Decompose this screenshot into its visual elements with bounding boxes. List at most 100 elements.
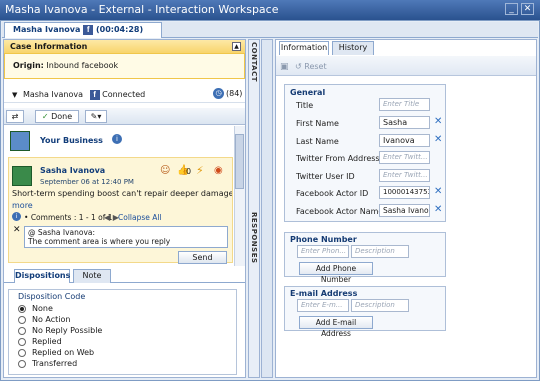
option-label: Transferred <box>32 359 78 368</box>
field-label: Last Name <box>296 137 339 146</box>
reply-mention: @ Sasha Ivanova: <box>28 228 96 237</box>
disposition-option[interactable]: No Action <box>18 315 70 324</box>
reply-textarea[interactable]: @ Sasha Ivanova: The comment area is whe… <box>24 226 228 248</box>
radio-selected[interactable] <box>18 304 26 313</box>
first-name-input[interactable]: Sasha <box>379 116 430 129</box>
radio[interactable] <box>18 348 26 357</box>
contact-row: ▼ Masha Ivanova f Connected <box>4 86 245 103</box>
collapse-case-button[interactable]: ▲ <box>232 42 241 51</box>
option-label: No Reply Possible <box>32 326 103 335</box>
disposition-option[interactable]: Replied on Web <box>18 348 94 357</box>
close-button[interactable]: ✕ <box>521 3 534 15</box>
post-text: Short-term spending boost can't repair d… <box>12 189 232 198</box>
info-icon[interactable]: i <box>112 134 122 144</box>
post-author[interactable]: Sasha Ivanova <box>40 166 105 175</box>
add-phone-button[interactable]: Add Phone Number <box>299 262 373 284</box>
session-tab[interactable]: Masha Ivanova f (00:04:28) <box>4 22 162 38</box>
target-icon[interactable]: ◉ <box>214 165 223 176</box>
radio[interactable] <box>18 315 26 324</box>
cancel-reply-icon[interactable]: ✕ <box>13 225 21 235</box>
responses-side-bar[interactable] <box>261 39 273 378</box>
delete-icon[interactable]: ✕ <box>434 204 442 215</box>
twitter-address-input[interactable]: Enter Twitt... <box>379 151 430 164</box>
case-information-header: Case Information <box>4 40 245 53</box>
collapse-all-link[interactable]: Collapse All <box>118 213 162 222</box>
disposition-option[interactable]: None <box>18 304 53 313</box>
radio[interactable] <box>18 359 26 368</box>
email-title: E-mail Address <box>290 289 358 298</box>
pager-arrows[interactable]: ◀ ▶ <box>104 213 119 222</box>
general-title: General <box>290 88 326 97</box>
phone-number-input[interactable]: Enter Phon... <box>297 245 349 258</box>
transfer-icon[interactable]: ⇄ <box>6 110 24 123</box>
user-icon[interactable]: ☺ <box>160 165 170 176</box>
phone-title: Phone Number <box>290 235 357 244</box>
send-button[interactable]: Send <box>178 251 227 264</box>
phone-description-input[interactable]: Description <box>351 245 409 258</box>
twitter-user-id-input[interactable]: Enter Twitt... <box>379 169 430 182</box>
tab-dispositions[interactable]: Dispositions <box>14 269 70 283</box>
chevron-down-icon[interactable]: ▼ <box>12 91 17 99</box>
email-address-input[interactable]: Enter E-m... <box>297 299 349 312</box>
author-avatar <box>12 166 32 186</box>
contact-side-bar[interactable] <box>248 39 260 378</box>
delete-icon[interactable]: ✕ <box>434 134 442 145</box>
email-description-input[interactable]: Description <box>351 299 409 312</box>
more-link[interactable]: more <box>12 201 33 210</box>
field-label: First Name <box>296 119 339 128</box>
radio[interactable] <box>18 337 26 346</box>
reset-button[interactable]: ↺ Reset <box>295 62 327 71</box>
facebook-icon: f <box>83 24 94 35</box>
field-label: Twitter From Address <box>296 154 380 163</box>
disposition-option[interactable]: Transferred <box>18 359 77 368</box>
field-label: Facebook Actor ID <box>296 189 369 198</box>
actions-menu-button[interactable]: ✎▾ <box>85 110 107 123</box>
facebook-actor-name-input[interactable]: Sasha Ivano <box>379 204 430 217</box>
option-label: None <box>32 304 53 313</box>
facebook-icon: f <box>89 89 100 100</box>
radio[interactable] <box>18 326 26 335</box>
session-timer: (00:04:28) <box>96 25 144 34</box>
session-name: Masha Ivanova <box>13 25 81 34</box>
minimize-button[interactable]: _ <box>505 3 518 15</box>
disposition-option[interactable]: No Reply Possible <box>18 326 102 335</box>
tab-note[interactable]: Note <box>73 269 111 283</box>
comments-count: • Comments : 1 - 1 of 1 <box>24 213 113 222</box>
case-header-label: Case Information <box>10 42 88 51</box>
post-date: September 06 at 12:40 PM <box>40 178 134 186</box>
delete-icon[interactable]: ✕ <box>434 116 442 127</box>
page-avatar <box>10 131 30 151</box>
tab-information[interactable]: Information <box>279 41 329 55</box>
reply-text: The comment area is where you reply <box>28 237 171 246</box>
option-label: No Action <box>32 315 71 324</box>
responses-side-label[interactable]: RESPONSES <box>250 212 258 264</box>
lightning-icon[interactable]: ⚡ <box>196 164 204 177</box>
delete-icon[interactable]: ✕ <box>434 186 442 197</box>
info-icon: i <box>12 212 21 221</box>
page-name[interactable]: Your Business <box>40 136 103 145</box>
clock-icon[interactable]: ◷ <box>213 88 224 99</box>
feed-scroll-thumb[interactable] <box>235 134 244 189</box>
contact-name: Masha Ivanova <box>22 90 84 99</box>
field-label: Facebook Actor Name <box>296 207 384 216</box>
contact-status: Connected <box>102 90 146 99</box>
comments-text: Comments : 1 - 1 of 1 <box>30 213 113 222</box>
add-email-button[interactable]: Add E-mail Address <box>299 316 373 338</box>
field-label: Title <box>296 101 314 110</box>
title-input[interactable]: Enter Title <box>379 98 430 111</box>
contact-side-label[interactable]: CONTACT <box>250 42 258 82</box>
origin-value: Inbound facebook <box>46 61 119 70</box>
save-icon[interactable]: ▣ <box>280 62 289 72</box>
facebook-actor-id-input[interactable]: 100001437531 <box>379 186 430 199</box>
reset-label: Reset <box>304 62 327 71</box>
case-information-body: Origin: Inbound facebook <box>4 53 245 79</box>
window-title-bar: Masha Ivanova - External - Interaction W… <box>0 0 540 20</box>
tab-history[interactable]: History <box>332 41 374 55</box>
check-icon: ✓ <box>41 112 49 121</box>
disposition-option[interactable]: Replied <box>18 337 62 346</box>
origin-label: Origin: <box>13 61 44 70</box>
done-button[interactable]: ✓ Done <box>35 110 79 123</box>
done-label: Done <box>51 112 73 121</box>
last-name-input[interactable]: Ivanova <box>379 134 430 147</box>
likes-count: 0 <box>186 167 192 176</box>
